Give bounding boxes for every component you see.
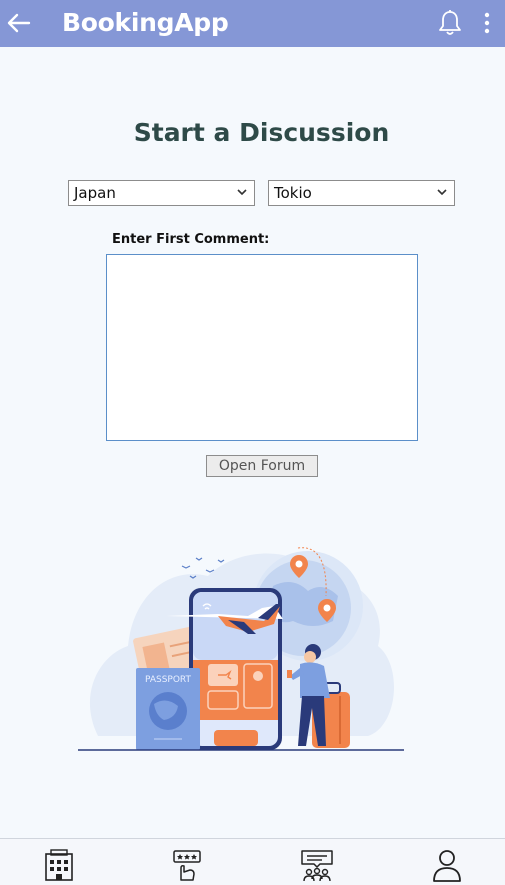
page-title: Start a Discussion xyxy=(133,118,390,147)
country-select-value: Japan xyxy=(74,184,116,202)
comment-label: Enter First Comment: xyxy=(112,232,270,247)
profile-icon[interactable] xyxy=(430,848,464,882)
country-select[interactable]: Japan xyxy=(68,180,255,206)
chevron-down-icon xyxy=(237,189,247,196)
app-title: BookingApp xyxy=(62,8,229,37)
app-bar: BookingApp xyxy=(0,0,505,47)
open-forum-button[interactable]: Open Forum xyxy=(206,455,318,477)
forum-icon[interactable] xyxy=(300,848,334,882)
back-arrow-icon[interactable] xyxy=(5,9,33,37)
travel-illustration: PASSPORT xyxy=(78,547,404,751)
chevron-down-icon xyxy=(437,189,447,196)
more-vertical-icon[interactable] xyxy=(478,11,496,35)
passport-label: PASSPORT xyxy=(145,675,192,685)
comment-textarea[interactable] xyxy=(106,254,418,441)
rating-icon[interactable] xyxy=(170,848,204,882)
bottom-nav xyxy=(0,838,505,885)
bell-icon[interactable] xyxy=(437,9,463,37)
city-select-value: Tokio xyxy=(274,184,312,202)
hotel-icon[interactable] xyxy=(42,848,76,882)
city-select[interactable]: Tokio xyxy=(268,180,455,206)
